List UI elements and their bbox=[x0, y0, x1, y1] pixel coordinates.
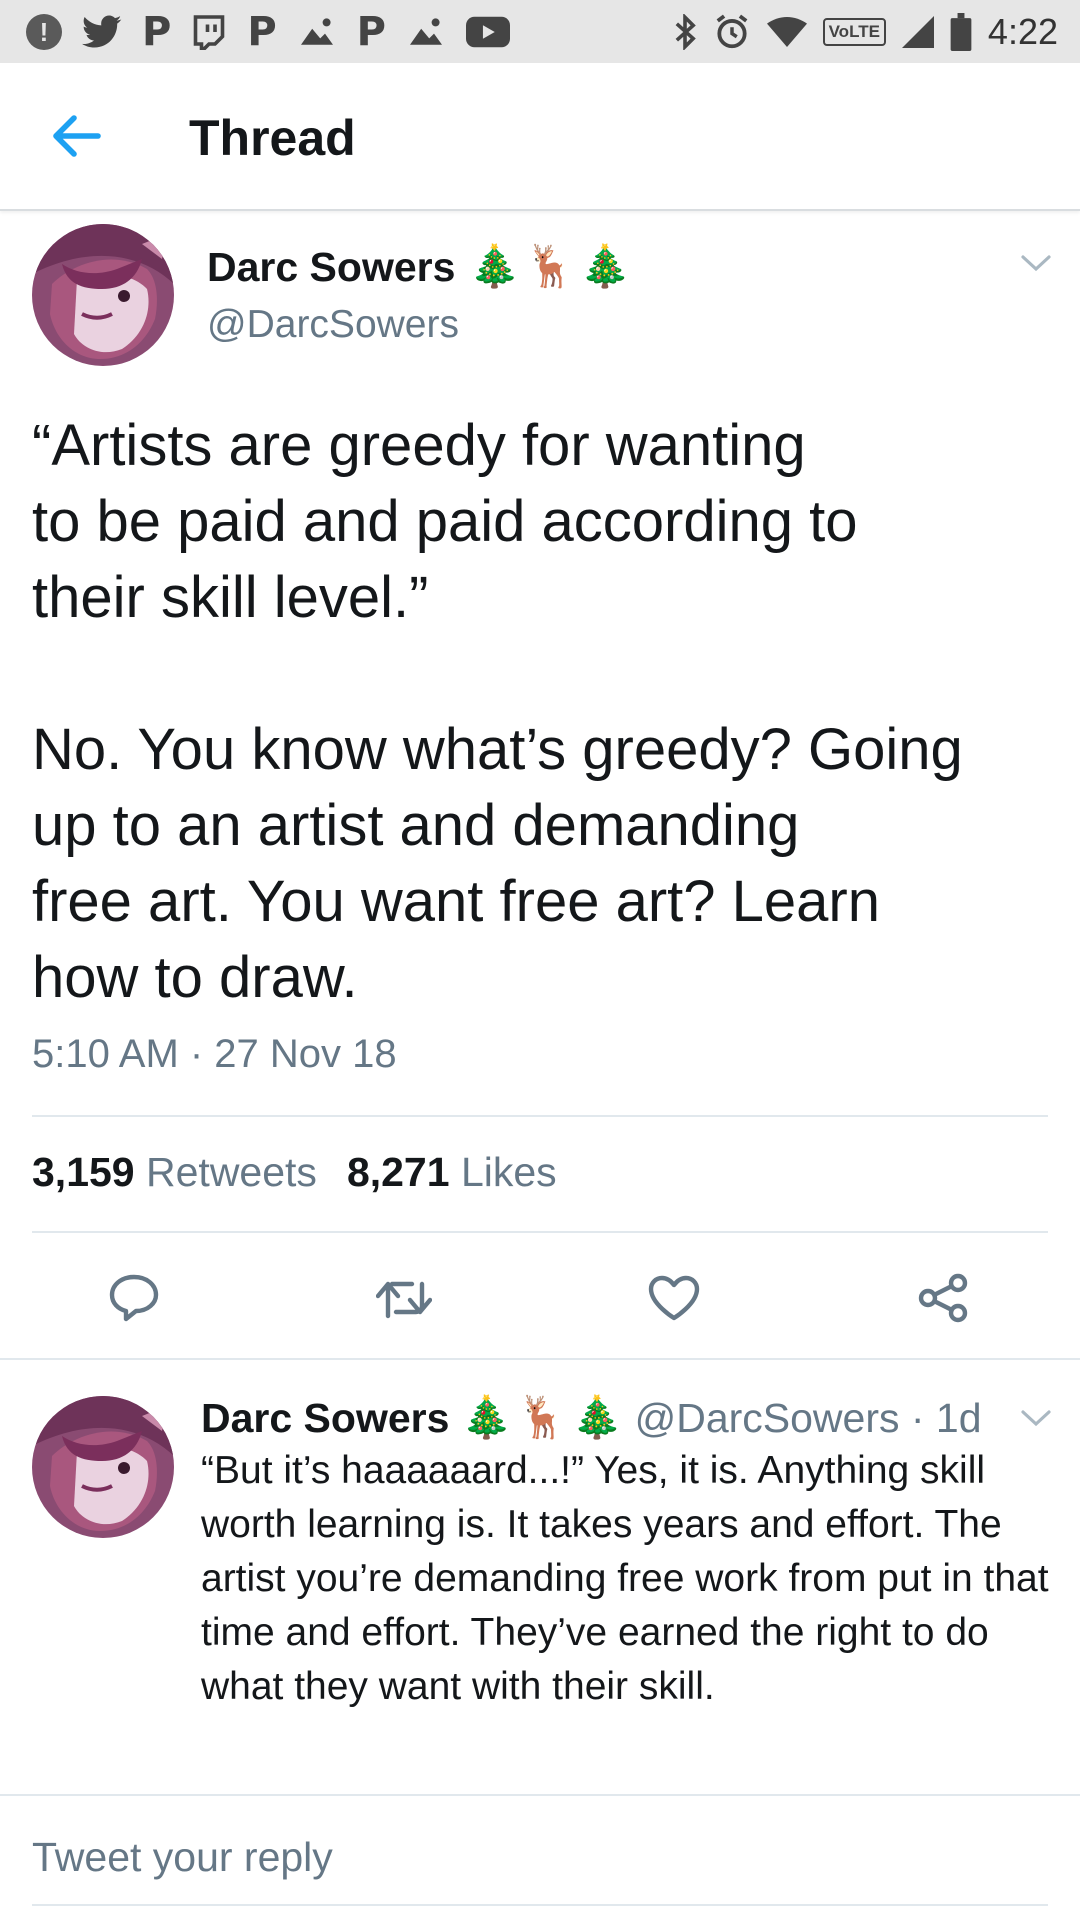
picture-icon bbox=[297, 16, 337, 48]
pinterest-icon: P bbox=[247, 9, 277, 55]
page-title: Thread bbox=[189, 110, 356, 166]
pinterest-icon: P bbox=[356, 9, 386, 55]
avatar-image bbox=[32, 224, 174, 366]
name-emojis: 🎄 🦌 🎄 bbox=[461, 1394, 622, 1442]
divider bbox=[0, 1358, 1080, 1360]
reply-icon bbox=[109, 1274, 159, 1322]
reply-input[interactable]: Tweet your reply bbox=[32, 1834, 333, 1881]
alert-icon: ! bbox=[26, 14, 62, 50]
chevron-down-icon bbox=[1021, 255, 1051, 272]
christmas-tree-emoji: 🎄 bbox=[469, 243, 521, 289]
tweet-stats: 3,159 Retweets 8,271 Likes bbox=[32, 1149, 557, 1196]
avatar-image bbox=[32, 1396, 174, 1538]
battery-icon bbox=[950, 13, 972, 51]
author-name[interactable]: Darc Sowers bbox=[207, 244, 455, 291]
status-bar-system: VoLTE 4:22 bbox=[673, 8, 1058, 56]
christmas-tree-emoji: 🎄 bbox=[461, 1394, 513, 1440]
arrow-left-icon bbox=[53, 115, 101, 157]
divider bbox=[32, 1231, 1048, 1233]
author-name-row: Darc Sowers 🎄 🦌 🎄 bbox=[207, 243, 631, 291]
retweet-button[interactable] bbox=[374, 1268, 434, 1328]
back-button[interactable] bbox=[46, 111, 106, 161]
twitch-icon bbox=[191, 14, 227, 50]
heart-icon bbox=[648, 1275, 700, 1321]
reply-input-underline bbox=[32, 1904, 1048, 1906]
retweets-stat[interactable]: 3,159 Retweets bbox=[32, 1149, 317, 1196]
divider bbox=[32, 1115, 1048, 1117]
picture-icon bbox=[406, 16, 446, 48]
divider bbox=[0, 1794, 1080, 1796]
wifi-icon bbox=[766, 16, 807, 48]
christmas-tree-emoji: 🎄 bbox=[571, 1394, 623, 1440]
youtube-icon bbox=[465, 16, 510, 48]
reply-author-row: Darc Sowers 🎄 🦌 🎄 @DarcSowers · 1d bbox=[201, 1394, 982, 1442]
status-bar: ! P P P VoLTE 4:22 bbox=[0, 0, 1080, 63]
tweet-actions bbox=[0, 1268, 1080, 1328]
christmas-tree-emoji: 🎄 bbox=[579, 243, 631, 289]
reply-author-name[interactable]: Darc Sowers bbox=[201, 1395, 449, 1442]
reply-tweet-text: “But it’s haaaaaard...!” Yes, it is. Any… bbox=[201, 1449, 1049, 1708]
like-label: Likes bbox=[460, 1149, 557, 1195]
app-header: Thread bbox=[0, 63, 1080, 211]
retweet-icon bbox=[376, 1281, 432, 1319]
reply-handle-time[interactable]: @DarcSowers · 1d bbox=[635, 1395, 982, 1442]
retweet-label: Retweets bbox=[146, 1149, 317, 1195]
reindeer-emoji: 🦌 bbox=[516, 1394, 568, 1440]
tweet-text: “Artists are greedy for wanting to be pa… bbox=[32, 413, 963, 1010]
reply-button[interactable] bbox=[104, 1268, 164, 1328]
like-button[interactable] bbox=[644, 1268, 704, 1328]
avatar[interactable] bbox=[32, 1396, 174, 1538]
alarm-icon bbox=[713, 13, 751, 51]
bluetooth-icon bbox=[673, 14, 697, 50]
author-handle[interactable]: @DarcSowers bbox=[207, 303, 459, 347]
tweet-timestamp[interactable]: 5:10 AM · 27 Nov 18 bbox=[32, 1032, 397, 1077]
retweet-count: 3,159 bbox=[32, 1149, 135, 1195]
share-button[interactable] bbox=[914, 1268, 974, 1328]
status-bar-notifications: ! P P P bbox=[26, 8, 510, 56]
twitter-bird-icon bbox=[82, 15, 122, 49]
share-icon bbox=[918, 1273, 968, 1323]
pinterest-icon: P bbox=[142, 9, 172, 55]
name-emojis: 🎄 🦌 🎄 bbox=[469, 243, 630, 291]
reply-menu-button[interactable] bbox=[1016, 1398, 1056, 1438]
tweet-menu-button[interactable] bbox=[1016, 243, 1056, 283]
signal-icon bbox=[901, 16, 934, 48]
reindeer-emoji: 🦌 bbox=[524, 243, 576, 289]
likes-stat[interactable]: 8,271 Likes bbox=[347, 1149, 557, 1196]
like-count: 8,271 bbox=[346, 1149, 450, 1195]
volte-badge: VoLTE bbox=[822, 18, 886, 46]
status-time: 4:22 bbox=[987, 11, 1058, 52]
avatar[interactable] bbox=[32, 224, 174, 366]
chevron-down-icon bbox=[1021, 1410, 1051, 1427]
